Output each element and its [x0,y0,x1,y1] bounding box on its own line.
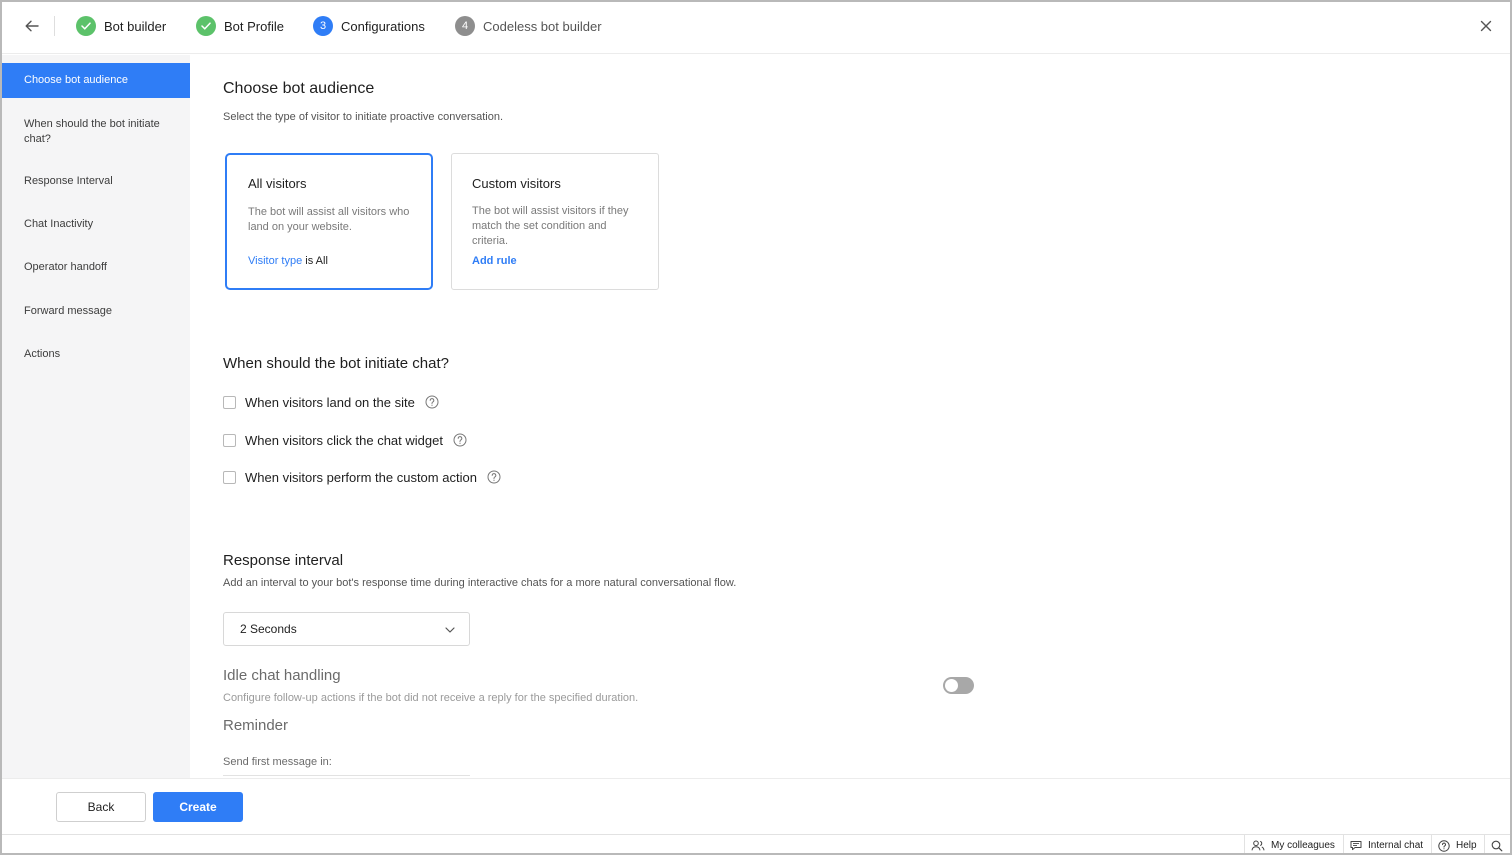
idle-chat-toggle[interactable] [943,677,974,694]
step-number: 3 [313,16,333,36]
check-icon [76,16,96,36]
header-divider [54,16,55,36]
card-rule: Visitor type is All [248,255,328,267]
option-custom-action: When visitors perform the custom action [223,468,501,486]
section-title-idle: Idle chat handling [223,667,341,684]
card-title: All visitors [248,176,307,191]
card-description: The bot will assist all visitors who lan… [248,206,410,233]
sidebar-item-choose-bot-audience[interactable]: Choose bot audience [2,63,190,98]
footer-actions: Back Create [2,778,1510,834]
create-button[interactable]: Create [153,792,243,822]
sidebar-item-actions[interactable]: Actions [2,340,190,368]
checkbox[interactable] [223,433,236,447]
search-button[interactable] [1484,835,1510,853]
add-rule-link[interactable]: Add rule [472,255,517,267]
help-circle-icon[interactable] [425,395,439,409]
step-bot-profile[interactable]: Bot Profile [196,15,284,37]
card-title: Custom visitors [472,176,561,191]
send-first-message-label: Send first message in: [223,756,332,768]
option-land-on-site: When visitors land on the site [223,393,439,411]
sidebar-item-chat-inactivity[interactable]: Chat Inactivity [2,210,190,238]
step-label: Bot Profile [224,18,284,34]
section-subtitle-idle: Configure follow-up actions if the bot d… [223,692,639,704]
sidebar-item-label: Choose bot audience [24,74,128,86]
sidebar-item-forward-message[interactable]: Forward message [2,297,190,325]
help-icon [1438,839,1450,852]
sidebar-item-initiate-chat[interactable]: When should the bot initiate chat? [2,109,190,154]
colleagues-icon [1251,840,1265,851]
main-content: Choose bot audience Select the type of v… [190,55,1510,778]
rule-value: is All [302,255,328,267]
app-window: Bot builder Bot Profile 3 Configurations… [0,0,1512,855]
checkbox[interactable] [223,470,236,484]
my-colleagues-button[interactable]: My colleagues [1244,835,1335,853]
section-subtitle-response-interval: Add an interval to your bot's response t… [223,577,737,589]
section-title-initiate: When should the bot initiate chat? [223,355,449,372]
chat-icon [1350,841,1362,851]
section-subtitle-audience: Select the type of visitor to initiate p… [223,111,504,123]
step-label: Configurations [341,18,425,34]
back-arrow-icon[interactable] [22,16,42,36]
checkbox[interactable] [223,395,236,409]
option-label: When visitors click the chat widget [245,432,443,448]
sidebar-item-label: When should the bot initiate chat? [24,117,160,145]
step-number: 4 [455,16,475,36]
wizard-header: Bot builder Bot Profile 3 Configurations… [2,2,1510,54]
back-button[interactable]: Back [56,792,146,822]
status-bar: My colleagues Internal chat Help [2,834,1510,853]
step-label: Codeless bot builder [483,18,602,34]
search-icon [1491,840,1503,851]
help-circle-icon[interactable] [453,433,467,447]
card-action: Add rule [472,255,517,267]
chevron-down-icon [445,622,455,636]
sidebar-item-response-interval[interactable]: Response Interval [2,167,190,195]
step-bot-builder[interactable]: Bot builder [76,15,166,37]
sidebar-item-label: Response Interval [24,174,113,187]
response-interval-select[interactable]: 2 Seconds [223,612,470,646]
internal-chat-button[interactable]: Internal chat [1343,835,1424,853]
close-icon[interactable] [1476,16,1496,36]
step-configurations[interactable]: 3 Configurations [313,15,425,37]
option-label: When visitors perform the custom action [245,469,477,485]
card-all-visitors[interactable]: All visitors The bot will assist all vis… [225,153,433,290]
section-title-response-interval: Response interval [223,552,344,569]
option-click-chat-widget: When visitors click the chat widget [223,431,467,449]
sidebar-item-label: Actions [24,347,61,360]
check-icon [196,16,216,36]
sidebar-item-label: Chat Inactivity [24,217,94,230]
reminder-title: Reminder [223,717,289,734]
section-title-audience: Choose bot audience [223,80,375,97]
step-label: Bot builder [104,18,167,34]
sidebar-item-operator-handoff[interactable]: Operator handoff [2,253,190,281]
internal-chat-label: Internal chat [1368,840,1424,851]
step-codeless-bot-builder[interactable]: 4 Codeless bot builder [455,15,602,37]
help-circle-icon[interactable] [487,470,501,484]
select-value: 2 Seconds [240,622,297,636]
card-description: The bot will assist visitors if they mat… [472,205,629,247]
sidebar-item-label: Operator handoff [24,260,107,273]
toggle-knob [945,679,958,692]
help-label: Help [1456,840,1477,851]
visitor-type-link[interactable]: Visitor type [248,255,302,267]
help-button[interactable]: Help [1431,835,1477,853]
sidebar: Choose bot audience When should the bot … [2,55,190,778]
my-colleagues-label: My colleagues [1271,840,1335,851]
sidebar-item-label: Forward message [24,304,113,317]
option-label: When visitors land on the site [245,394,415,410]
card-custom-visitors[interactable]: Custom visitors The bot will assist visi… [451,153,659,290]
